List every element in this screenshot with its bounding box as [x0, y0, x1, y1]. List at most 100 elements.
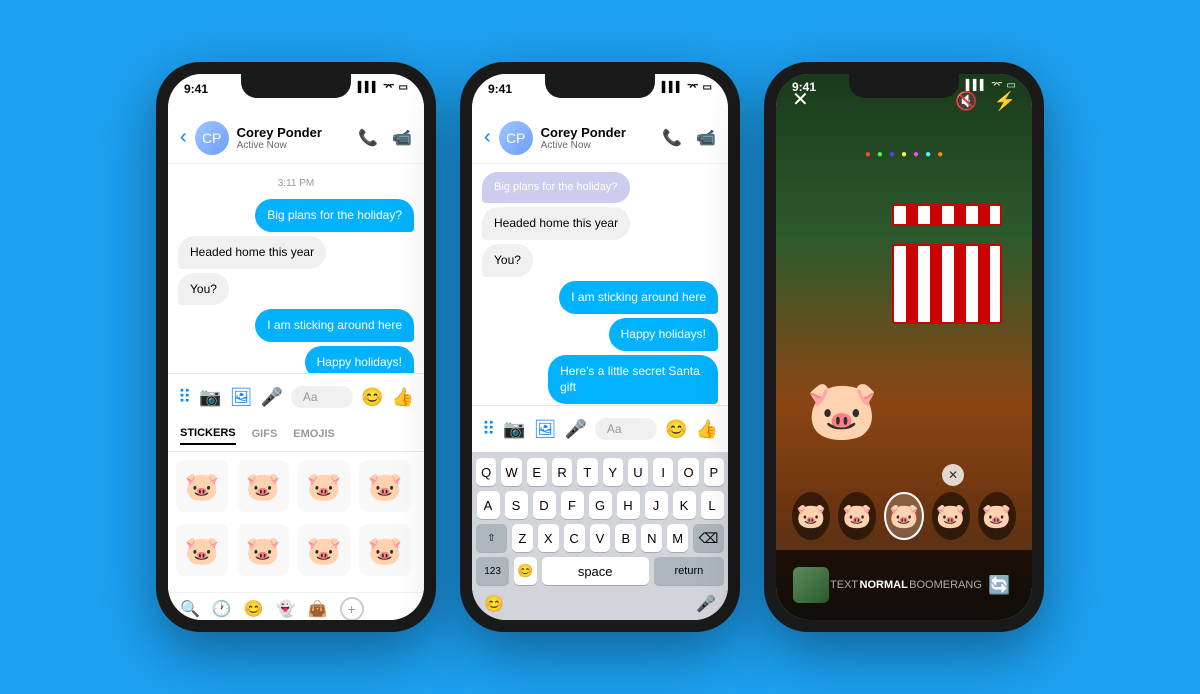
wifi-icon: ⌤: [383, 82, 395, 93]
key-S[interactable]: S: [505, 491, 528, 519]
ar-close-button[interactable]: ✕: [942, 464, 964, 486]
key-V[interactable]: V: [590, 524, 611, 552]
key-J[interactable]: J: [645, 491, 668, 519]
tab-stickers[interactable]: STICKERS: [180, 427, 236, 445]
sticker-6[interactable]: 🐷: [237, 524, 289, 576]
key-row-3: ⇧ Z X C V B N M ⌫: [476, 524, 724, 552]
video-icon-2[interactable]: 📹: [696, 128, 716, 148]
like-icon-1[interactable]: 👍: [392, 387, 414, 408]
apps-icon-2[interactable]: ⠿: [482, 419, 495, 440]
ar-sticker-opt-1[interactable]: 🐷: [792, 492, 830, 540]
ghost-icon[interactable]: 👻: [276, 599, 296, 619]
gallery-icon-1[interactable]: 🖼: [230, 387, 253, 408]
key-delete[interactable]: ⌫: [693, 524, 724, 552]
emoji-icon-2[interactable]: 😊: [665, 419, 687, 440]
key-C[interactable]: C: [564, 524, 585, 552]
signal-icon: ▌▌▌: [358, 82, 379, 93]
bottom-bar-1: ⠿ 📷 🖼 🎤 Aa 😊 👍: [168, 373, 424, 420]
key-B[interactable]: B: [615, 524, 636, 552]
key-Z[interactable]: Z: [512, 524, 533, 552]
add-sticker-button[interactable]: +: [340, 597, 364, 620]
key-I[interactable]: I: [653, 458, 673, 486]
emoji-picker-icon[interactable]: 😊: [484, 594, 504, 614]
like-icon-2[interactable]: 👍: [696, 419, 718, 440]
key-space[interactable]: space: [542, 557, 649, 585]
ar-pig-sticker: 🐷: [806, 377, 878, 445]
emoji-icon-1[interactable]: 😊: [361, 387, 383, 408]
tab-gifs[interactable]: GIFS: [252, 428, 278, 444]
call-icon-2[interactable]: 📞: [662, 128, 682, 148]
key-Q[interactable]: Q: [476, 458, 496, 486]
key-row-4: 123 😊 space return: [476, 557, 724, 585]
message-p2-2: Headed home this year: [482, 207, 630, 240]
message-1: Big plans for the holiday?: [255, 199, 414, 232]
ar-sticker-opt-3[interactable]: 🐷: [884, 492, 923, 540]
compose-input-1[interactable]: Aa: [291, 386, 353, 408]
key-numbers[interactable]: 123: [476, 557, 509, 585]
mute-icon[interactable]: 🔇: [955, 91, 977, 112]
key-M[interactable]: M: [667, 524, 688, 552]
emoji-bottom-icon[interactable]: 😊: [244, 599, 264, 619]
compose-input-2[interactable]: Aa: [595, 418, 657, 440]
key-return[interactable]: return: [654, 557, 724, 585]
sticker-5[interactable]: 🐷: [176, 524, 228, 576]
key-D[interactable]: D: [533, 491, 556, 519]
camera-flip-icon[interactable]: 🔄: [983, 569, 1015, 601]
contact-name-1: Corey Ponder: [237, 125, 350, 140]
key-emoji[interactable]: 😊: [514, 557, 536, 585]
flash-icon[interactable]: ⚡: [994, 91, 1016, 112]
camera-compose-icon-1[interactable]: 📷: [199, 387, 221, 408]
key-G[interactable]: G: [589, 491, 612, 519]
key-F[interactable]: F: [561, 491, 584, 519]
gallery-icon-2[interactable]: 🖼: [534, 419, 557, 440]
sticker-3[interactable]: 🐷: [298, 460, 350, 512]
key-shift[interactable]: ⇧: [476, 524, 507, 552]
back-button-2[interactable]: ‹: [484, 126, 491, 149]
tab-emojis[interactable]: EMOJIS: [293, 428, 335, 444]
key-H[interactable]: H: [617, 491, 640, 519]
messages-area-1: 3:11 PM Big plans for the holiday? Heade…: [168, 164, 424, 373]
key-A[interactable]: A: [477, 491, 500, 519]
search-icon[interactable]: 🔍: [180, 599, 200, 619]
camera-tab-normal[interactable]: NORMAL: [860, 579, 908, 591]
key-N[interactable]: N: [641, 524, 662, 552]
key-O[interactable]: O: [678, 458, 698, 486]
camera-tab-boomerang[interactable]: BOOMERANG: [909, 579, 982, 591]
key-U[interactable]: U: [628, 458, 648, 486]
bag-icon[interactable]: 👜: [308, 599, 328, 619]
key-K[interactable]: K: [673, 491, 696, 519]
sticker-8[interactable]: 🐷: [359, 524, 411, 576]
mic-dictation-icon[interactable]: 🎤: [696, 594, 716, 614]
call-icon-1[interactable]: 📞: [358, 128, 378, 148]
key-T[interactable]: T: [577, 458, 597, 486]
key-L[interactable]: L: [701, 491, 724, 519]
camera-icon-2[interactable]: 📷: [503, 419, 525, 440]
ar-sticker-opt-2[interactable]: 🐷: [838, 492, 876, 540]
key-X[interactable]: X: [538, 524, 559, 552]
camera-tab-text[interactable]: TEXT: [830, 579, 858, 591]
mic-icon-2[interactable]: 🎤: [564, 419, 586, 440]
ar-sticker-opt-5[interactable]: 🐷: [978, 492, 1016, 540]
key-R[interactable]: R: [552, 458, 572, 486]
key-row-1: Q W E R T Y U I O P: [476, 458, 724, 486]
video-icon-1[interactable]: 📹: [392, 128, 412, 148]
key-Y[interactable]: Y: [603, 458, 623, 486]
sticker-2[interactable]: 🐷: [237, 460, 289, 512]
key-P[interactable]: P: [704, 458, 724, 486]
mic-icon-1[interactable]: 🎤: [260, 387, 282, 408]
contact-name-2: Corey Ponder: [541, 125, 654, 140]
contact-info-1: Corey Ponder Active Now: [237, 125, 350, 151]
keyboard-bottom: 😊 🎤: [476, 590, 724, 614]
camera-close-btn[interactable]: ✕: [792, 87, 809, 112]
sticker-4[interactable]: 🐷: [359, 460, 411, 512]
ar-sticker-opt-4[interactable]: 🐷: [932, 492, 970, 540]
keyboard: Q W E R T Y U I O P A S D F G H J K L: [472, 452, 728, 620]
key-W[interactable]: W: [501, 458, 521, 486]
recent-icon[interactable]: 🕐: [212, 599, 232, 619]
back-button-1[interactable]: ‹: [180, 126, 187, 149]
sticker-7[interactable]: 🐷: [298, 524, 350, 576]
apps-icon-1[interactable]: ⠿: [178, 387, 191, 408]
key-E[interactable]: E: [527, 458, 547, 486]
sticker-1[interactable]: 🐷: [176, 460, 228, 512]
gallery-thumbnail[interactable]: [793, 567, 829, 603]
